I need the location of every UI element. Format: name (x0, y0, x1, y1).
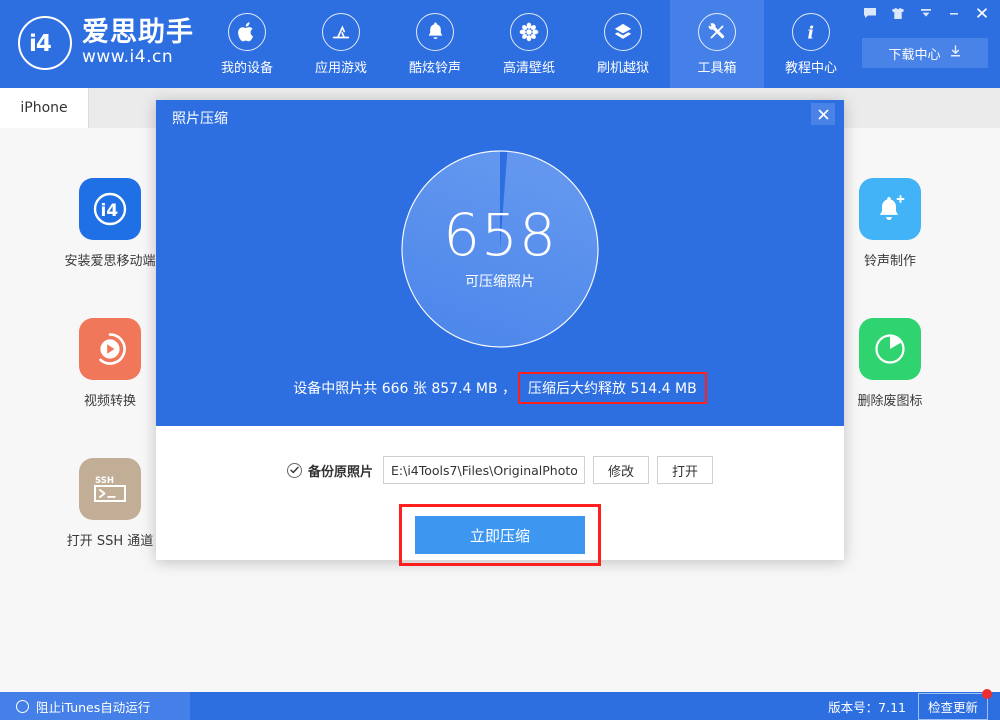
logo-app-name: 爱思助手 (82, 19, 194, 47)
tool-tile-ringtone-maker[interactable]: 铃声制作 (830, 178, 950, 269)
photo-stats-highlight: 压缩后大约释放 514.4 MB (518, 372, 707, 404)
download-center-button[interactable]: 下载中心 (862, 38, 988, 68)
compress-now-button[interactable]: 立即压缩 (415, 516, 585, 554)
tool-tile-label: 安装爱思移动端 (64, 250, 155, 269)
appstore-icon (322, 13, 360, 51)
tools-icon (698, 13, 736, 51)
dialog-body-panel: 备份原照片 修改 打开 立即压缩 (156, 426, 844, 560)
tool-tile-label: 视频转换 (84, 390, 136, 409)
tool-tile-open-ssh[interactable]: SSH 打开 SSH 通道 (50, 458, 170, 549)
gauge-value: 658 (400, 201, 600, 269)
dialog-title-bar: 照片压缩 (156, 100, 844, 135)
nav-item-toolbox[interactable]: 工具箱 (670, 0, 764, 88)
version-label: 版本号：7.11 (828, 697, 906, 716)
toggle-circle-icon (16, 700, 29, 713)
compressible-photos-gauge: 658 可压缩照片 (400, 149, 600, 349)
dialog-title: 照片压缩 (172, 108, 228, 128)
tool-tile-label: 铃声制作 (864, 250, 916, 269)
status-bar-right: 版本号：7.11 检查更新 (828, 692, 988, 720)
photo-stats-prefix: 设备中照片共 666 张 857.4 MB ， (293, 381, 516, 397)
backup-path-input[interactable] (383, 456, 585, 484)
nav-item-flash-jailbreak[interactable]: 刷机越狱 (576, 0, 670, 88)
nav-label: 教程中心 (785, 57, 837, 76)
nav-item-wallpapers[interactable]: 高清壁纸 (482, 0, 576, 88)
backup-original-checkbox[interactable] (287, 463, 302, 478)
window-controls (856, 2, 996, 24)
video-convert-icon (79, 318, 141, 380)
check-update-button[interactable]: 检查更新 (918, 693, 988, 720)
flower-icon (510, 13, 548, 51)
download-center-label: 下载中心 (888, 44, 940, 63)
apple-icon (228, 13, 266, 51)
tool-tile-remove-broken-icons[interactable]: 删除废图标 (830, 318, 950, 409)
nav-item-my-device[interactable]: 我的设备 (200, 0, 294, 88)
feedback-icon[interactable] (856, 2, 884, 24)
dialog-close-icon[interactable] (811, 103, 835, 125)
open-path-button[interactable]: 打开 (657, 456, 713, 484)
svg-text:SSH: SSH (95, 476, 114, 486)
i4-app-icon: i4 (79, 178, 141, 240)
update-badge-dot (982, 689, 992, 699)
app-logo: i4 爱思助手 www.i4.cn (18, 16, 194, 70)
box-icon (604, 13, 642, 51)
nav-label: 酷炫铃声 (409, 57, 461, 76)
tool-tile-label: 删除废图标 (857, 390, 922, 409)
top-navigation-bar: i4 爱思助手 www.i4.cn 我的设备 (0, 0, 1000, 88)
i4-logo-icon: i4 (18, 16, 72, 70)
toolbox-content: i4 安装爱思移动端 视频转换 SSH (0, 128, 1000, 692)
backup-original-label: 备份原照片 (308, 461, 373, 480)
nav-item-tutorials[interactable]: i 教程中心 (764, 0, 858, 88)
nav-label: 我的设备 (221, 57, 273, 76)
info-icon: i (792, 13, 830, 51)
tool-tile-video-convert[interactable]: 视频转换 (50, 318, 170, 409)
nav-label: 刷机越狱 (597, 57, 649, 76)
svg-text:i4: i4 (101, 201, 119, 221)
skin-icon[interactable] (884, 2, 912, 24)
photo-compression-dialog: 照片压缩 (156, 100, 844, 560)
nav-item-ringtones[interactable]: 酷炫铃声 (388, 0, 482, 88)
compress-now-highlight: 立即压缩 (399, 504, 601, 566)
gauge-caption: 可压缩照片 (400, 271, 600, 291)
ssh-terminal-icon: SSH (79, 458, 141, 520)
minimize-icon[interactable] (940, 2, 968, 24)
download-icon (949, 45, 962, 62)
nav-label: 高清壁纸 (503, 57, 555, 76)
modify-path-button[interactable]: 修改 (593, 456, 649, 484)
tool-tile-label: 打开 SSH 通道 (67, 530, 154, 549)
block-itunes-toggle[interactable]: 阻止iTunes自动运行 (0, 692, 190, 720)
block-itunes-label: 阻止iTunes自动运行 (36, 697, 150, 716)
svg-text:i4: i4 (29, 31, 51, 56)
app-window: i4 爱思助手 www.i4.cn 我的设备 (0, 0, 1000, 720)
nav-item-apps-games[interactable]: 应用游戏 (294, 0, 388, 88)
ringtone-maker-icon (859, 178, 921, 240)
remove-icon-icon (859, 318, 921, 380)
logo-app-url: www.i4.cn (82, 49, 194, 67)
bell-icon (416, 13, 454, 51)
check-update-label: 检查更新 (928, 700, 978, 715)
logo-text-block: 爱思助手 www.i4.cn (82, 19, 194, 67)
dialog-hero-panel: 658 可压缩照片 设备中照片共 666 张 857.4 MB ，压缩后大约释放… (156, 135, 844, 426)
nav-label: 应用游戏 (315, 57, 367, 76)
tool-tile-install-i4-mobile[interactable]: i4 安装爱思移动端 (50, 178, 170, 269)
svg-text:i: i (808, 23, 814, 43)
backup-original-row: 备份原照片 修改 打开 (156, 456, 844, 484)
tab-iphone[interactable]: iPhone (0, 88, 88, 128)
status-bar: 阻止iTunes自动运行 版本号：7.11 检查更新 (0, 692, 1000, 720)
tab-iphone-label: iPhone (20, 100, 67, 116)
main-nav: 我的设备 应用游戏 酷炫铃声 (200, 0, 858, 88)
nav-label: 工具箱 (697, 57, 736, 76)
close-icon[interactable] (968, 2, 996, 24)
menu-icon[interactable] (912, 2, 940, 24)
photo-stats-line: 设备中照片共 666 张 857.4 MB ，压缩后大约释放 514.4 MB (156, 372, 844, 404)
